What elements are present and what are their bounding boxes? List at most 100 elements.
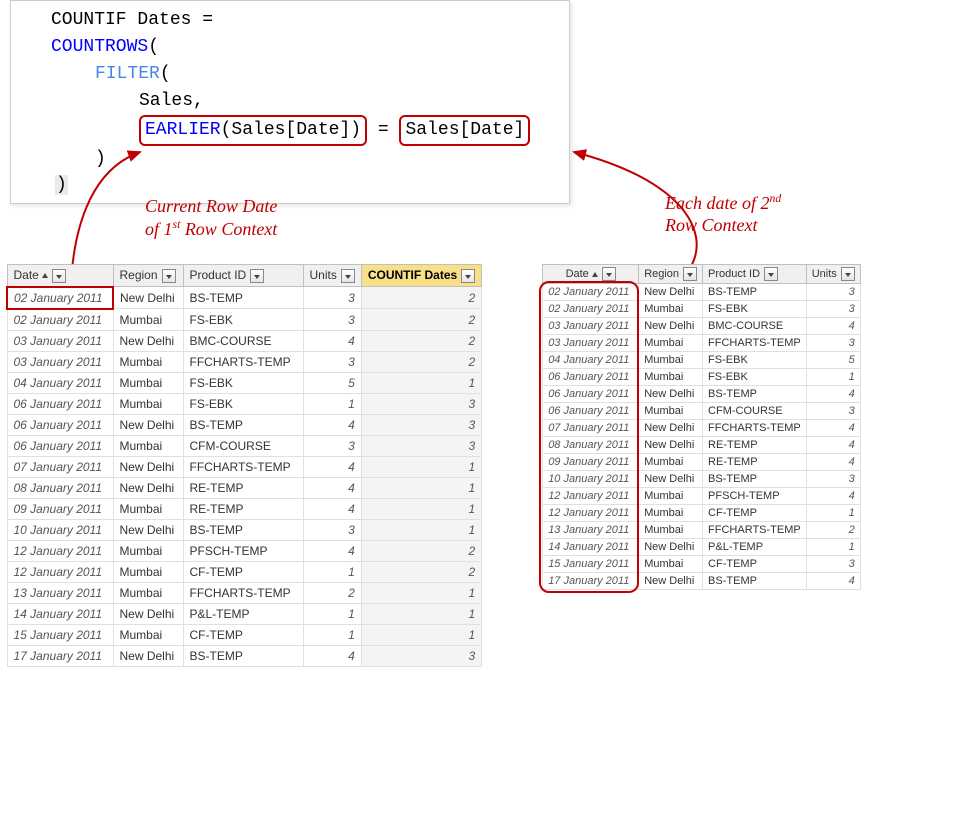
- cell-region[interactable]: New Delhi: [639, 284, 703, 301]
- cell-date[interactable]: 03 January 2011: [7, 330, 113, 351]
- cell-region[interactable]: New Delhi: [113, 603, 183, 624]
- lh-product[interactable]: Product ID: [183, 265, 303, 287]
- table-row[interactable]: 10 January 2011New DelhiBS-TEMP3: [543, 471, 861, 488]
- cell-countif[interactable]: 1: [361, 456, 481, 477]
- cell-units[interactable]: 4: [806, 420, 860, 437]
- table-row[interactable]: 14 January 2011New DelhiP&L-TEMP11: [7, 603, 482, 624]
- cell-product[interactable]: RE-TEMP: [183, 498, 303, 519]
- cell-units[interactable]: 3: [806, 471, 860, 488]
- cell-product[interactable]: RE-TEMP: [703, 437, 807, 454]
- cell-date[interactable]: 06 January 2011: [7, 414, 113, 435]
- table-row[interactable]: 07 January 2011New DelhiFFCHARTS-TEMP4: [543, 420, 861, 437]
- table-row[interactable]: 07 January 2011New DelhiFFCHARTS-TEMP41: [7, 456, 482, 477]
- cell-product[interactable]: FFCHARTS-TEMP: [183, 351, 303, 372]
- filter-icon[interactable]: [683, 267, 697, 281]
- cell-product[interactable]: CF-TEMP: [183, 561, 303, 582]
- cell-date[interactable]: 06 January 2011: [543, 386, 639, 403]
- table-row[interactable]: 06 January 2011MumbaiCFM-COURSE3: [543, 403, 861, 420]
- cell-product[interactable]: PFSCH-TEMP: [183, 540, 303, 561]
- table-row[interactable]: 15 January 2011MumbaiCF-TEMP11: [7, 624, 482, 645]
- cell-date[interactable]: 14 January 2011: [7, 603, 113, 624]
- cell-region[interactable]: New Delhi: [639, 573, 703, 590]
- table-row[interactable]: 12 January 2011MumbaiCF-TEMP12: [7, 561, 482, 582]
- cell-product[interactable]: CFM-COURSE: [703, 403, 807, 420]
- cell-countif[interactable]: 1: [361, 582, 481, 603]
- cell-region[interactable]: New Delhi: [639, 386, 703, 403]
- cell-countif[interactable]: 1: [361, 603, 481, 624]
- cell-region[interactable]: Mumbai: [113, 498, 183, 519]
- cell-product[interactable]: CF-TEMP: [703, 556, 807, 573]
- cell-region[interactable]: Mumbai: [639, 335, 703, 352]
- cell-units[interactable]: 4: [303, 456, 361, 477]
- cell-product[interactable]: FS-EBK: [183, 309, 303, 331]
- cell-product[interactable]: BS-TEMP: [183, 414, 303, 435]
- filter-icon[interactable]: [341, 269, 355, 283]
- cell-units[interactable]: 4: [806, 318, 860, 335]
- cell-product[interactable]: FS-EBK: [183, 372, 303, 393]
- cell-units[interactable]: 5: [303, 372, 361, 393]
- cell-region[interactable]: Mumbai: [639, 369, 703, 386]
- cell-region[interactable]: Mumbai: [113, 351, 183, 372]
- cell-product[interactable]: BS-TEMP: [183, 287, 303, 309]
- cell-countif[interactable]: 3: [361, 645, 481, 666]
- table-row[interactable]: 04 January 2011MumbaiFS-EBK5: [543, 352, 861, 369]
- table-row[interactable]: 09 January 2011MumbaiRE-TEMP4: [543, 454, 861, 471]
- table-row[interactable]: 06 January 2011New DelhiBS-TEMP43: [7, 414, 482, 435]
- cell-countif[interactable]: 1: [361, 498, 481, 519]
- cell-date[interactable]: 09 January 2011: [543, 454, 639, 471]
- cell-product[interactable]: CF-TEMP: [703, 505, 807, 522]
- cell-units[interactable]: 2: [806, 522, 860, 539]
- cell-product[interactable]: BMC-COURSE: [703, 318, 807, 335]
- cell-date[interactable]: 03 January 2011: [543, 335, 639, 352]
- rh-region[interactable]: Region: [639, 265, 703, 284]
- cell-date[interactable]: 17 January 2011: [7, 645, 113, 666]
- cell-date[interactable]: 12 January 2011: [7, 561, 113, 582]
- cell-region[interactable]: New Delhi: [639, 420, 703, 437]
- cell-region[interactable]: Mumbai: [113, 435, 183, 456]
- cell-date[interactable]: 12 January 2011: [543, 505, 639, 522]
- cell-countif[interactable]: 1: [361, 519, 481, 540]
- cell-date[interactable]: 10 January 2011: [7, 519, 113, 540]
- cell-region[interactable]: Mumbai: [639, 556, 703, 573]
- cell-product[interactable]: PFSCH-TEMP: [703, 488, 807, 505]
- lh-region[interactable]: Region: [113, 265, 183, 287]
- table-row[interactable]: 13 January 2011MumbaiFFCHARTS-TEMP2: [543, 522, 861, 539]
- table-row[interactable]: 06 January 2011New DelhiBS-TEMP4: [543, 386, 861, 403]
- cell-units[interactable]: 5: [806, 352, 860, 369]
- cell-region[interactable]: New Delhi: [639, 539, 703, 556]
- table-row[interactable]: 03 January 2011MumbaiFFCHARTS-TEMP3: [543, 335, 861, 352]
- cell-region[interactable]: New Delhi: [113, 287, 183, 309]
- table-row[interactable]: 14 January 2011New DelhiP&L-TEMP1: [543, 539, 861, 556]
- cell-units[interactable]: 4: [303, 477, 361, 498]
- cell-product[interactable]: FS-EBK: [703, 352, 807, 369]
- lh-units[interactable]: Units: [303, 265, 361, 287]
- cell-product[interactable]: BS-TEMP: [703, 386, 807, 403]
- filter-icon[interactable]: [250, 269, 264, 283]
- cell-region[interactable]: Mumbai: [113, 624, 183, 645]
- lh-date[interactable]: Date: [7, 265, 113, 287]
- cell-countif[interactable]: 2: [361, 309, 481, 331]
- filter-icon[interactable]: [841, 267, 855, 281]
- cell-units[interactable]: 3: [303, 309, 361, 331]
- cell-region[interactable]: Mumbai: [113, 372, 183, 393]
- table-row[interactable]: 17 January 2011New DelhiBS-TEMP4: [543, 573, 861, 590]
- cell-region[interactable]: Mumbai: [639, 454, 703, 471]
- cell-date[interactable]: 15 January 2011: [7, 624, 113, 645]
- cell-product[interactable]: FFCHARTS-TEMP: [183, 456, 303, 477]
- cell-date[interactable]: 09 January 2011: [7, 498, 113, 519]
- cell-region[interactable]: New Delhi: [113, 414, 183, 435]
- cell-units[interactable]: 1: [806, 505, 860, 522]
- table-row[interactable]: 12 January 2011MumbaiPFSCH-TEMP42: [7, 540, 482, 561]
- cell-countif[interactable]: 2: [361, 561, 481, 582]
- cell-product[interactable]: FFCHARTS-TEMP: [183, 582, 303, 603]
- table-row[interactable]: 08 January 2011New DelhiRE-TEMP41: [7, 477, 482, 498]
- table-row[interactable]: 10 January 2011New DelhiBS-TEMP31: [7, 519, 482, 540]
- table-row[interactable]: 15 January 2011MumbaiCF-TEMP3: [543, 556, 861, 573]
- cell-date[interactable]: 13 January 2011: [7, 582, 113, 603]
- cell-region[interactable]: Mumbai: [639, 352, 703, 369]
- cell-units[interactable]: 1: [303, 561, 361, 582]
- cell-region[interactable]: Mumbai: [113, 393, 183, 414]
- cell-countif[interactable]: 3: [361, 393, 481, 414]
- rh-units[interactable]: Units: [806, 265, 860, 284]
- cell-date[interactable]: 04 January 2011: [7, 372, 113, 393]
